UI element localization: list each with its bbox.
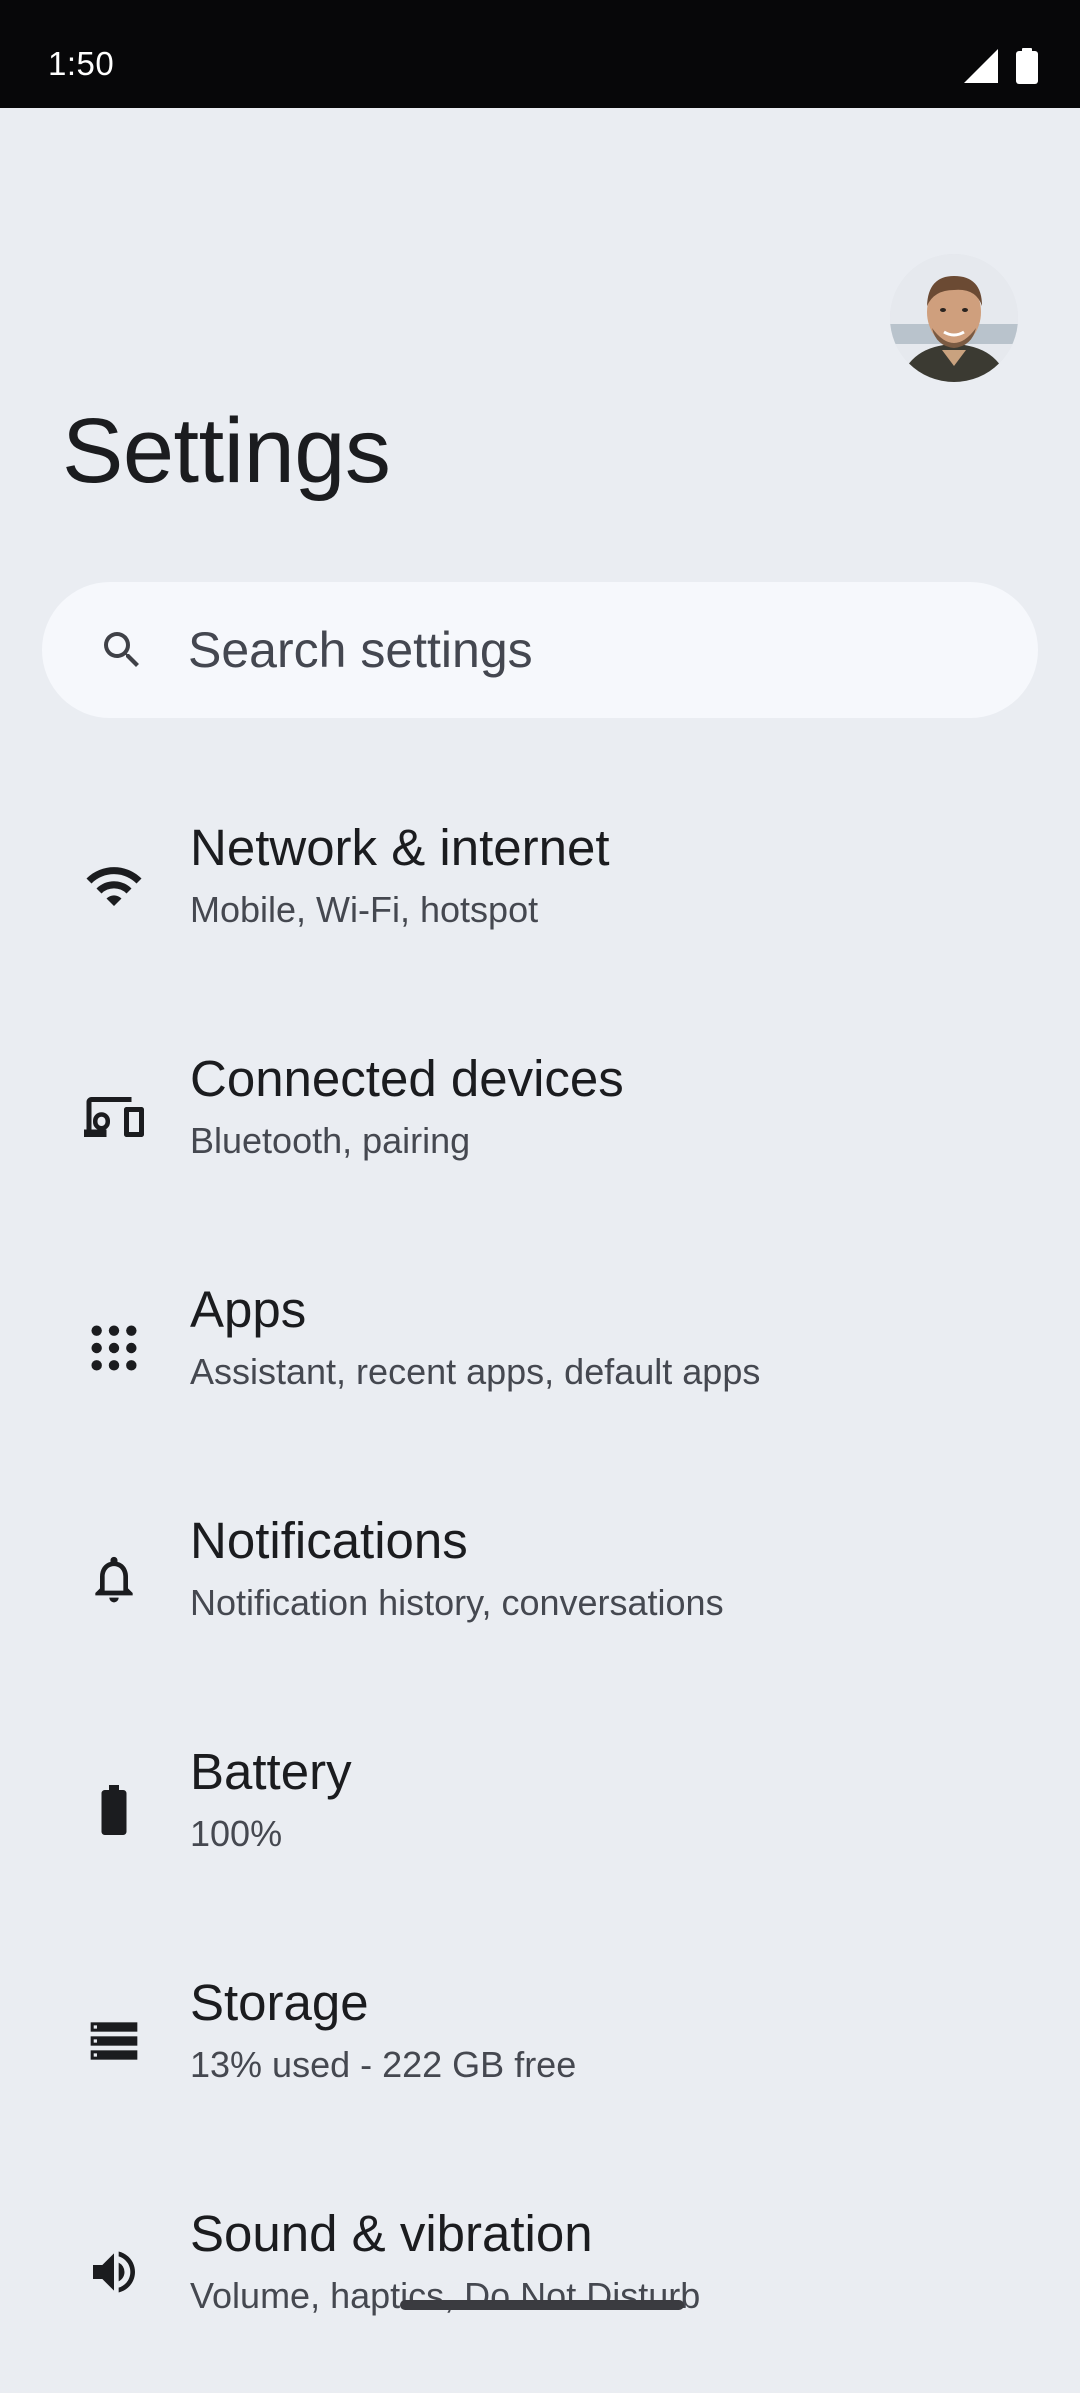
avatar-photo [890, 254, 1018, 382]
bell-icon [80, 1545, 148, 1613]
settings-item-storage[interactable]: Storage 13% used - 222 GB free [0, 1931, 1080, 2162]
storage-icon [80, 2007, 148, 2075]
search-icon [98, 626, 146, 674]
settings-item-battery[interactable]: Battery 100% [0, 1700, 1080, 1931]
status-bar: 1:50 [0, 0, 1080, 108]
profile-avatar[interactable] [890, 254, 1018, 382]
settings-item-connected-devices[interactable]: Connected devices Bluetooth, pairing [0, 1007, 1080, 1238]
gesture-nav-handle[interactable] [400, 2300, 684, 2310]
speaker-icon [80, 2238, 148, 2306]
settings-item-subtitle: Mobile, Wi-Fi, hotspot [190, 889, 539, 930]
page-title: Settings [62, 400, 391, 502]
settings-item-title: Storage [190, 1974, 369, 2031]
apps-grid-icon [80, 1314, 148, 1382]
battery-full-icon [1016, 47, 1038, 89]
wifi-icon [80, 852, 148, 920]
settings-item-notifications[interactable]: Notifications Notification history, conv… [0, 1469, 1080, 1700]
settings-item-title: Apps [190, 1281, 307, 1338]
settings-item-title: Connected devices [190, 1050, 624, 1107]
battery-icon [80, 1776, 148, 1844]
status-time: 1:50 [48, 45, 115, 82]
cellular-signal-icon [964, 48, 998, 88]
settings-item-subtitle: 13% used - 222 GB free [190, 2044, 577, 2085]
status-icons [964, 47, 1038, 89]
settings-item-subtitle: 100% [190, 1813, 283, 1854]
settings-item-sound[interactable]: Sound & vibration Volume, haptics, Do No… [0, 2162, 1080, 2393]
settings-item-network[interactable]: Network & internet Mobile, Wi-Fi, hotspo… [0, 776, 1080, 1007]
settings-item-subtitle: Notification history, conversations [190, 1582, 724, 1623]
devices-icon [80, 1083, 148, 1151]
settings-item-title: Sound & vibration [190, 2205, 593, 2262]
settings-item-subtitle: Bluetooth, pairing [190, 1120, 471, 1161]
settings-item-subtitle: Assistant, recent apps, default apps [190, 1351, 761, 1392]
settings-item-apps[interactable]: Apps Assistant, recent apps, default app… [0, 1238, 1080, 1469]
settings-item-title: Battery [190, 1743, 352, 1800]
settings-item-title: Notifications [190, 1512, 468, 1569]
settings-item-title: Network & internet [190, 819, 610, 876]
settings-list: Network & internet Mobile, Wi-Fi, hotspo… [0, 776, 1080, 2393]
search-placeholder: Search settings [188, 622, 533, 678]
search-bar[interactable]: Search settings [42, 582, 1038, 718]
settings-item-subtitle: Volume, haptics, Do Not Disturb [190, 2275, 701, 2316]
